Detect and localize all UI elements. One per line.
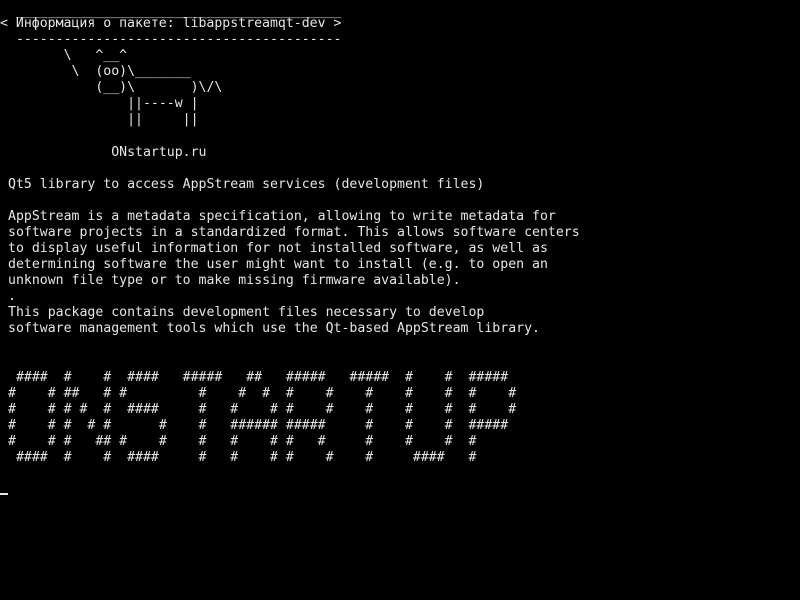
- cowsay-cow-line-2: \ (oo)\_______: [8, 64, 191, 79]
- description-line: AppStream is a metadata specification, a…: [8, 209, 556, 224]
- description-line: unknown file type or to make missing fir…: [8, 273, 461, 288]
- description-line: to display useful information for not in…: [8, 241, 548, 256]
- cowsay-cow-line-3: (__)\ )\/\: [8, 80, 223, 95]
- cowsay-bubble-bottom: ----------------------------------------…: [8, 32, 342, 47]
- cowsay-bubble-text: < Информация о пакете: libappstreamqt-de…: [0, 16, 342, 31]
- description-line: This package contains development files …: [8, 305, 485, 320]
- terminal-screen[interactable]: ________________________________________…: [0, 0, 800, 600]
- ascii-banner-row: # # # # # #### # # # # # # # # # #: [8, 402, 517, 417]
- package-summary: Qt5 library to access AppStream services…: [8, 177, 485, 192]
- ascii-banner-row: #### # # #### ##### ## ##### ##### # # #…: [8, 370, 509, 385]
- ascii-banner-row: # # ## # # # # # # # # # # # #: [8, 386, 517, 401]
- text-cursor: [0, 493, 8, 495]
- ascii-banner-row: # # # # # # # ###### ##### # # # #####: [8, 418, 509, 433]
- site-name: ONstartup.ru: [8, 145, 207, 160]
- description-separator: .: [8, 289, 16, 304]
- description-line: software projects in a standardized form…: [8, 225, 580, 240]
- description-line: software management tools which use the …: [8, 321, 540, 336]
- description-line: determining software the user might want…: [8, 257, 548, 272]
- cowsay-cow-line-5: || ||: [8, 112, 199, 127]
- ascii-banner-row: #### # # #### # # # # # # #### #: [8, 450, 477, 465]
- cowsay-cow-line-4: ||----w |: [8, 96, 199, 111]
- cowsay-cow-line-1: \ ^__^: [8, 48, 128, 63]
- ascii-banner-row: # # # ## # # # # # # # # # # #: [8, 434, 477, 449]
